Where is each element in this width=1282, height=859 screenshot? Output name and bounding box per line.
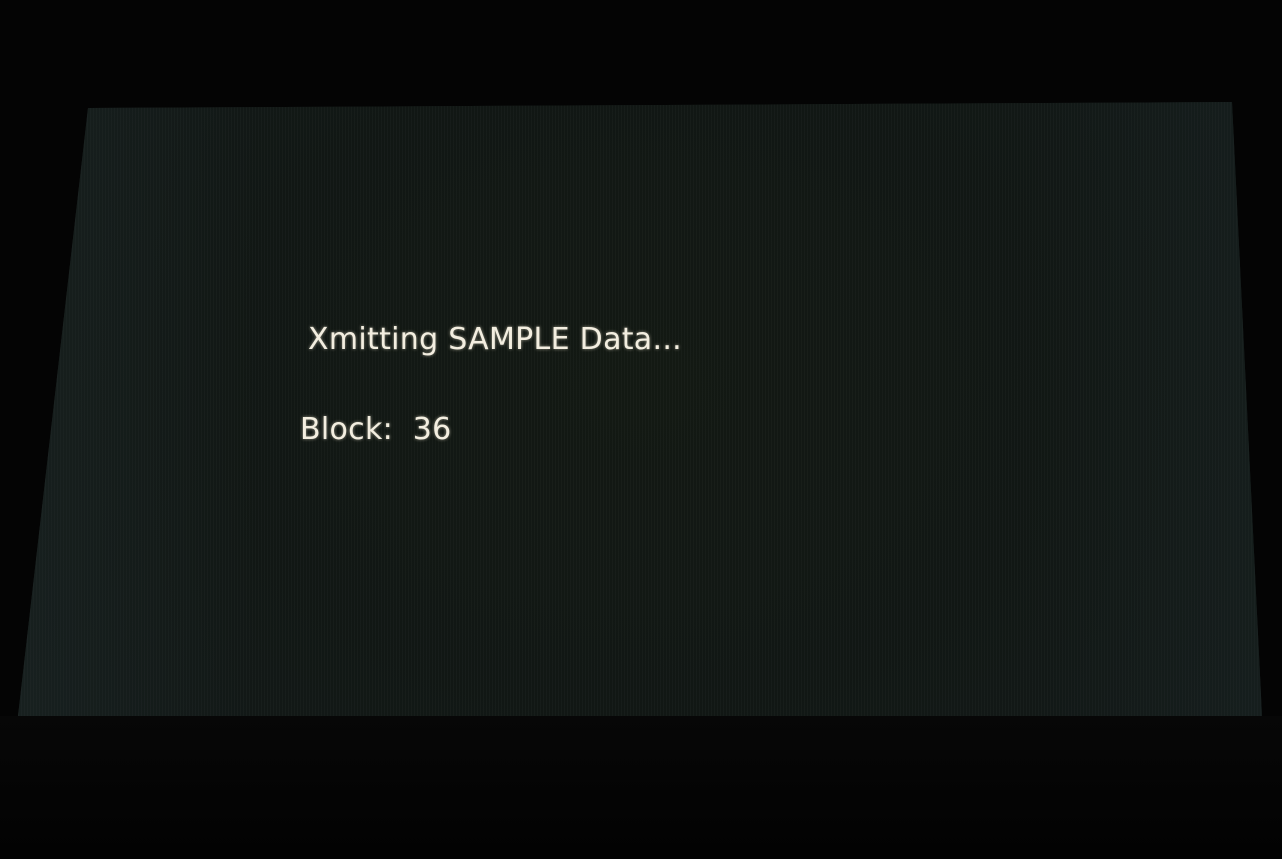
- block-label: Block:: [300, 412, 394, 447]
- device-frame: Xmitting SAMPLE Data... Block: 36: [0, 0, 1282, 859]
- device-bezel: [0, 716, 1282, 859]
- status-message: Xmitting SAMPLE Data...: [308, 322, 683, 357]
- block-value: 36: [412, 412, 452, 447]
- block-counter: Block: 36: [300, 412, 452, 447]
